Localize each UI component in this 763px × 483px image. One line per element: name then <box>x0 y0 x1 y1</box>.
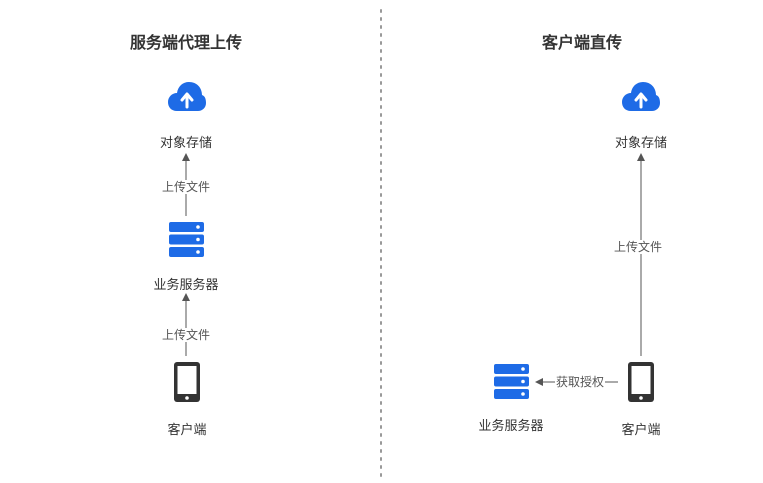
left-storage-label: 对象存储 <box>159 136 213 151</box>
right-edge-label-client-to-server: 获取授权 <box>554 375 606 389</box>
phone-icon <box>628 362 654 402</box>
left-server-label: 业务服务器 <box>153 278 219 293</box>
left-title: 服务端代理上传 <box>129 33 243 52</box>
cloud-upload-icon <box>622 81 660 115</box>
left-edge-label-server-to-storage: 上传文件 <box>160 180 212 194</box>
phone-icon <box>174 362 200 402</box>
right-server-label: 业务服务器 <box>478 419 544 434</box>
left-client-label: 客户端 <box>167 423 207 438</box>
left-edge-label-client-to-server: 上传文件 <box>160 328 212 342</box>
right-client-label: 客户端 <box>621 423 661 438</box>
right-title: 客户端直传 <box>541 33 623 52</box>
server-icon <box>494 364 529 399</box>
right-edge-label-client-to-storage: 上传文件 <box>612 240 664 254</box>
right-storage-label: 对象存储 <box>614 136 668 151</box>
cloud-upload-icon <box>168 81 206 115</box>
server-icon <box>169 222 204 257</box>
